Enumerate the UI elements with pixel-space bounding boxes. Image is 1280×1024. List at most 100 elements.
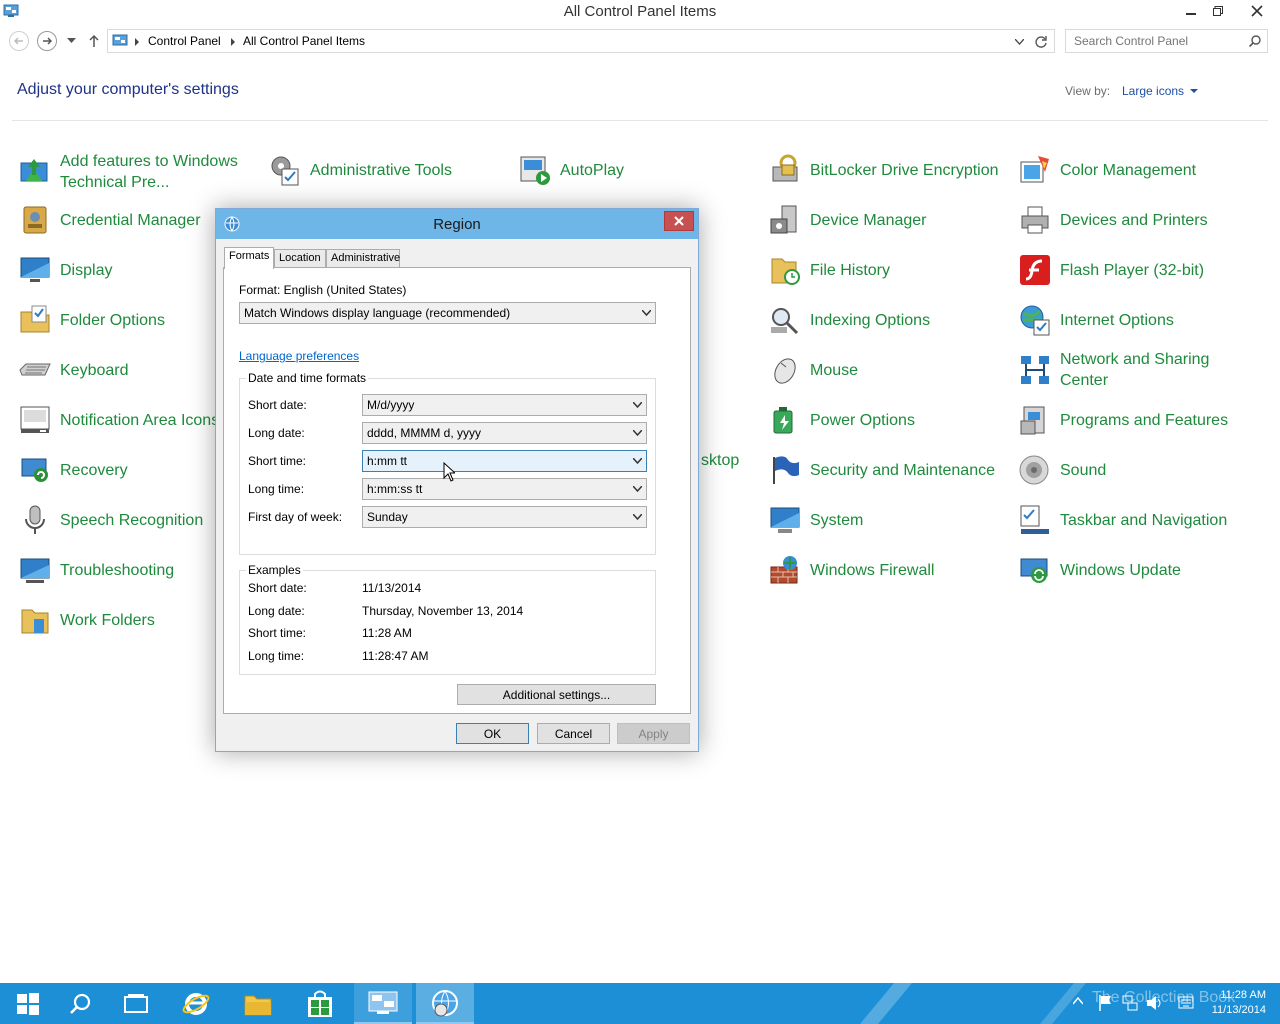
search-input[interactable] xyxy=(1074,34,1244,48)
indexing-options-icon xyxy=(771,308,799,335)
item-file-history[interactable]: File History xyxy=(768,248,890,292)
breadcrumb-chevron-icon[interactable] xyxy=(231,38,236,46)
item-internet-options[interactable]: Internet Options xyxy=(1018,298,1174,342)
item-power-options[interactable]: Power Options xyxy=(768,398,915,442)
up-arrow-icon[interactable] xyxy=(88,34,100,48)
address-dropdown-icon[interactable] xyxy=(1015,39,1024,45)
search-icon xyxy=(70,993,91,1014)
search-box[interactable] xyxy=(1065,29,1268,53)
item-keyboard[interactable]: Keyboard xyxy=(18,348,129,392)
item-label: Windows Update xyxy=(1060,561,1181,579)
item-taskbar-navigation[interactable]: Taskbar and Navigation xyxy=(1018,498,1227,542)
task-view-button[interactable] xyxy=(108,983,164,1024)
minimize-button[interactable] xyxy=(1177,0,1205,22)
item-label: Mouse xyxy=(810,361,859,379)
dialog-titlebar[interactable]: Region xyxy=(216,209,698,239)
item-windows-update[interactable]: Windows Update xyxy=(1018,548,1181,592)
ok-button[interactable]: OK xyxy=(456,723,529,744)
format-select[interactable]: Match Windows display language (recommen… xyxy=(239,302,656,324)
item-work-folders[interactable]: Work Folders xyxy=(18,598,155,642)
item-indexing-options[interactable]: Indexing Options xyxy=(768,298,930,342)
close-window-button[interactable] xyxy=(1240,0,1274,22)
item-desktop-partial[interactable]: sktop xyxy=(701,438,739,482)
tab-formats[interactable]: Formats xyxy=(224,247,274,269)
item-credential-manager[interactable]: Credential Manager xyxy=(18,198,201,242)
language-preferences-link[interactable]: Language preferences xyxy=(239,349,359,363)
forward-button[interactable] xyxy=(37,31,57,51)
item-label: Color Management xyxy=(1060,161,1197,179)
store-icon xyxy=(308,990,332,1017)
recent-locations-chevron-icon[interactable] xyxy=(67,38,76,44)
breadcrumb-chevron-icon[interactable] xyxy=(135,38,140,46)
network-icon xyxy=(1021,356,1049,384)
item-bitlocker[interactable]: BitLocker Drive Encryption xyxy=(768,148,999,192)
item-label: Keyboard xyxy=(60,361,129,379)
tab-location[interactable]: Location xyxy=(274,249,326,268)
microphone-icon xyxy=(25,505,45,534)
control-panel-taskbar-button[interactable] xyxy=(354,983,412,1024)
region-taskbar-button[interactable] xyxy=(416,983,474,1024)
short-date-select[interactable]: M/d/yyyy xyxy=(362,394,647,416)
search-icon[interactable] xyxy=(1249,35,1261,47)
item-label: Power Options xyxy=(810,411,915,429)
item-security-maintenance[interactable]: Security and Maintenance xyxy=(768,448,995,492)
item-folder-options[interactable]: Folder Options xyxy=(18,298,165,342)
item-network-sharing[interactable]: Network and Sharing Center xyxy=(1018,348,1230,392)
restore-button[interactable] xyxy=(1204,0,1232,22)
item-label: Windows Firewall xyxy=(810,561,935,579)
item-notification-area[interactable]: Notification Area Icons xyxy=(18,398,219,442)
breadcrumb-all-items[interactable]: All Control Panel Items xyxy=(243,34,365,48)
address-bar[interactable]: Control Panel All Control Panel Items xyxy=(107,29,1055,53)
first-day-select[interactable]: Sunday xyxy=(362,506,647,528)
cancel-button[interactable]: Cancel xyxy=(537,723,610,744)
search-taskbar-button[interactable] xyxy=(52,983,108,1024)
item-display[interactable]: Display xyxy=(18,248,112,292)
long-date-select[interactable]: dddd, MMMM d, yyyy xyxy=(362,422,647,444)
item-mouse[interactable]: Mouse xyxy=(768,348,858,392)
tab-administrative[interactable]: Administrative xyxy=(326,249,400,268)
item-windows-firewall[interactable]: Windows Firewall xyxy=(768,548,934,592)
item-add-features[interactable]: Add features to Windows Technical Pre... xyxy=(18,150,250,194)
volume-icon[interactable] xyxy=(1146,995,1164,1011)
chevron-down-icon xyxy=(642,310,651,316)
refresh-icon[interactable] xyxy=(1034,35,1048,49)
item-speech-recognition[interactable]: Speech Recognition xyxy=(18,498,203,542)
show-hidden-icons-chevron[interactable] xyxy=(1073,997,1083,1005)
system-clock[interactable]: 11:28 AM 11/13/2014 xyxy=(1212,988,1266,1018)
view-by-dropdown[interactable]: Large icons xyxy=(1122,84,1199,98)
chevron-down-icon xyxy=(1190,89,1199,94)
item-troubleshooting[interactable]: Troubleshooting xyxy=(18,548,174,592)
internet-options-icon xyxy=(1020,305,1050,336)
item-devices-printers[interactable]: Devices and Printers xyxy=(1018,198,1208,242)
long-time-select[interactable]: h:mm:ss tt xyxy=(362,478,647,500)
network-tray-icon[interactable] xyxy=(1122,995,1138,1011)
apply-button[interactable]: Apply xyxy=(617,723,690,744)
internet-explorer-button[interactable] xyxy=(168,983,224,1024)
additional-settings-button[interactable]: Additional settings... xyxy=(457,684,656,705)
item-flash-player[interactable]: Flash Player (32-bit) xyxy=(1018,248,1204,292)
window-title: All Control Panel Items xyxy=(563,3,717,20)
action-center-flag-icon[interactable] xyxy=(1098,995,1112,1011)
short-time-select[interactable]: h:mm tt xyxy=(362,450,647,472)
back-button[interactable] xyxy=(9,31,29,51)
item-device-manager[interactable]: Device Manager xyxy=(768,198,927,242)
item-label: BitLocker Drive Encryption xyxy=(810,161,999,179)
store-button[interactable] xyxy=(292,983,348,1024)
item-administrative-tools[interactable]: Administrative Tools xyxy=(268,148,452,192)
item-label: Indexing Options xyxy=(810,311,931,329)
breadcrumb-control-panel[interactable]: Control Panel xyxy=(148,34,221,48)
credential-manager-icon xyxy=(23,206,47,234)
item-label: Flash Player (32-bit) xyxy=(1060,261,1205,279)
file-explorer-button[interactable] xyxy=(230,983,286,1024)
item-autoplay[interactable]: AutoPlay xyxy=(518,148,624,192)
start-button[interactable] xyxy=(0,983,56,1024)
dialog-close-button[interactable] xyxy=(664,211,694,231)
item-sound[interactable]: Sound xyxy=(1018,448,1106,492)
item-recovery[interactable]: Recovery xyxy=(18,448,128,492)
keyboard-tray-icon[interactable] xyxy=(1178,996,1194,1010)
item-system[interactable]: System xyxy=(768,498,863,542)
item-programs-features[interactable]: Programs and Features xyxy=(1018,398,1228,442)
item-label: Taskbar and Navigation xyxy=(1060,511,1228,529)
item-label: sktop xyxy=(701,451,740,469)
item-color-management[interactable]: Color Management xyxy=(1018,148,1196,192)
